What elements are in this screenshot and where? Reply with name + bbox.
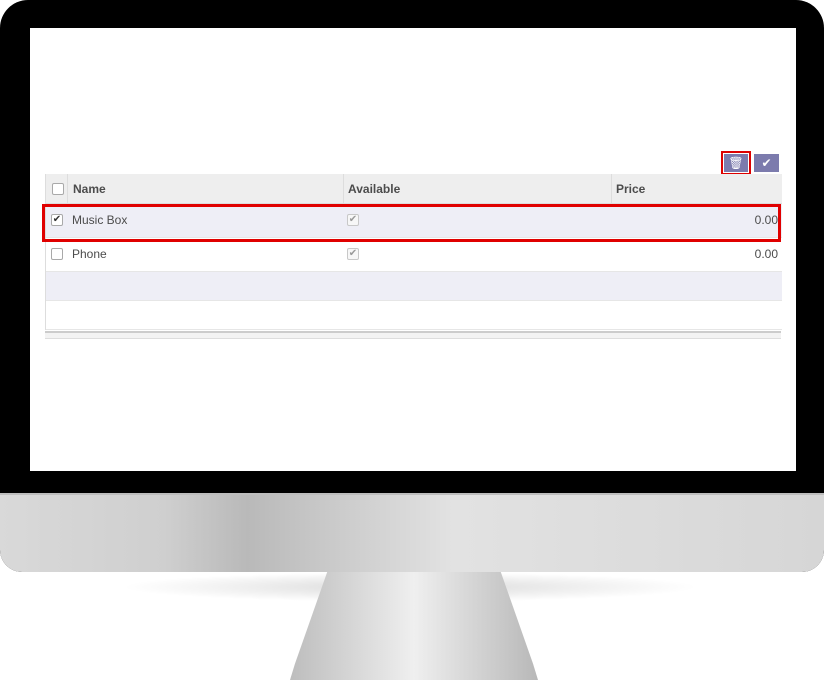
table-header: Name Available Price bbox=[46, 174, 782, 204]
monitor-stand bbox=[290, 572, 538, 680]
select-all-cell bbox=[46, 174, 68, 203]
row-price: 0.00 bbox=[754, 213, 778, 227]
column-header-name[interactable]: Name bbox=[68, 174, 344, 203]
row-select-checkbox[interactable]: ✔ bbox=[51, 204, 63, 237]
screen: 🗑 ✔ Name Available Price ✔ Music Box ✔ 0… bbox=[30, 28, 796, 471]
row-name: Music Box bbox=[72, 213, 128, 227]
row-name: Phone bbox=[72, 247, 107, 261]
row-select-checkbox[interactable] bbox=[51, 238, 63, 271]
monitor-frame: 🗑 ✔ Name Available Price ✔ Music Box ✔ 0… bbox=[0, 0, 824, 572]
empty-row bbox=[46, 301, 782, 330]
save-button[interactable]: ✔ bbox=[754, 154, 779, 172]
select-all-checkbox[interactable] bbox=[52, 183, 64, 195]
row-available-checkbox: ✔ bbox=[347, 213, 359, 226]
column-header-price[interactable]: Price bbox=[612, 174, 782, 203]
trash-icon: 🗑 bbox=[728, 156, 744, 170]
monitor-chin bbox=[0, 493, 824, 572]
row-available-checkbox: ✔ bbox=[347, 247, 359, 260]
empty-row bbox=[46, 272, 782, 301]
delete-button[interactable]: 🗑 bbox=[721, 151, 751, 175]
row-price: 0.00 bbox=[754, 247, 778, 261]
column-header-available[interactable]: Available bbox=[344, 174, 612, 203]
table-row[interactable]: ✔ Music Box ✔ 0.00 bbox=[46, 204, 782, 238]
table-row[interactable]: Phone ✔ 0.00 bbox=[46, 238, 782, 272]
list-table: Name Available Price ✔ Music Box ✔ 0.00 … bbox=[45, 174, 782, 330]
table-footer bbox=[45, 331, 781, 339]
check-icon: ✔ bbox=[761, 156, 772, 170]
